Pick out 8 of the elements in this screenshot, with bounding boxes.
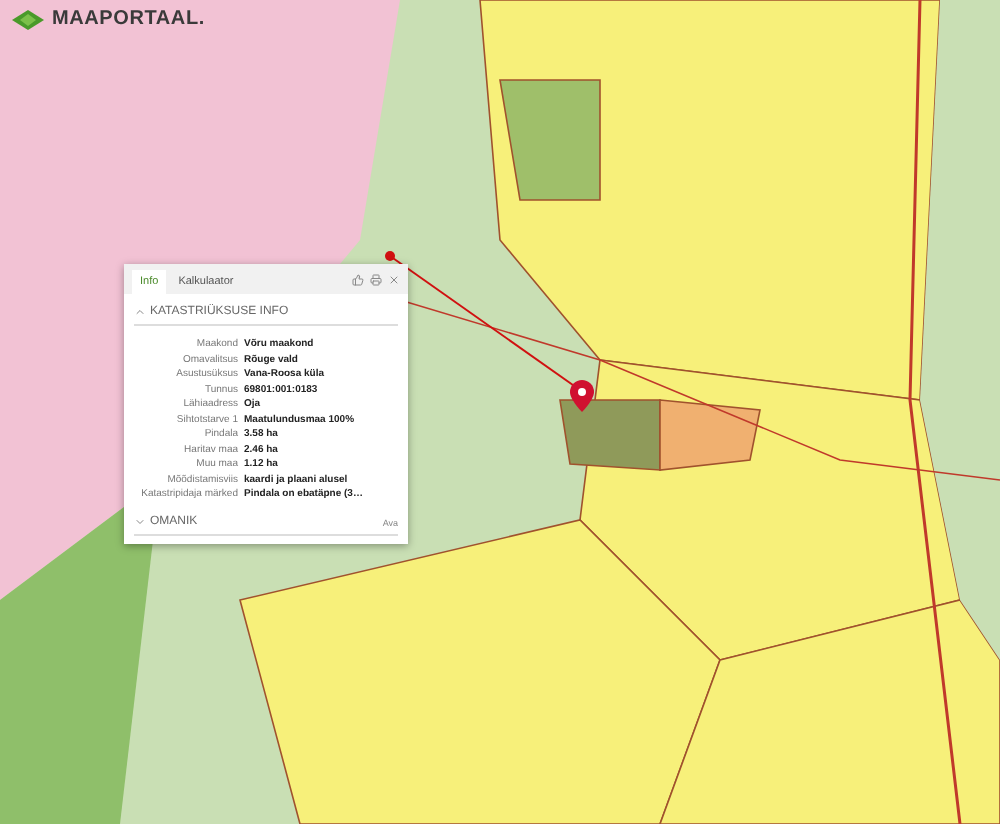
close-icon[interactable] [388,274,400,286]
thumbs-up-icon[interactable] [352,274,364,286]
logo-text: MAAPORTAAL. [52,8,205,30]
map-pin-icon [570,380,594,412]
diamond-logo-icon [12,9,44,29]
chevron-down-icon[interactable] [134,516,146,528]
chevron-up-icon[interactable] [134,306,146,318]
print-icon[interactable] [370,274,382,286]
